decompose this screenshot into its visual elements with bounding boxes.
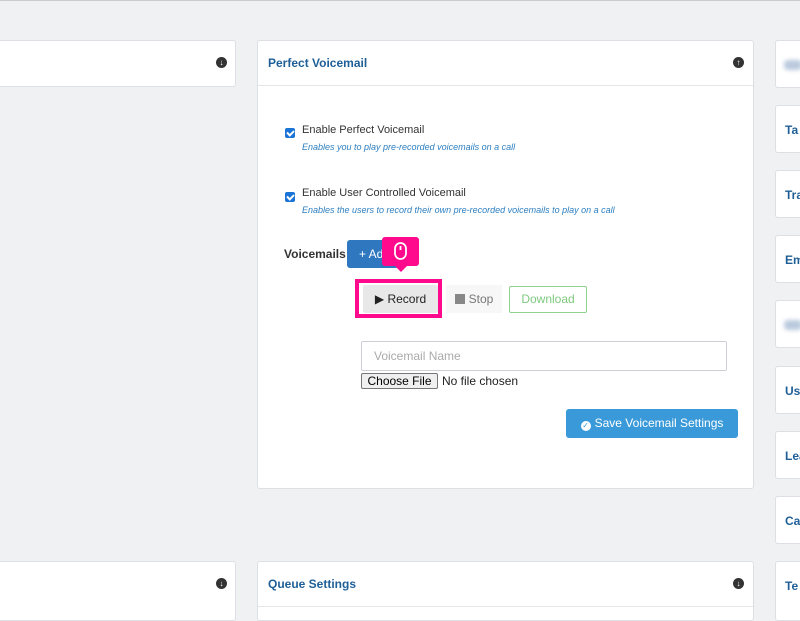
mouse-click-icon	[394, 242, 407, 260]
enable-perfect-voicemail-help: Enables you to play pre-recorded voicema…	[302, 142, 516, 152]
expand-icon[interactable]: ↓	[216, 578, 227, 589]
expand-icon[interactable]: ↓	[733, 578, 744, 589]
file-status: No file chosen	[442, 374, 519, 388]
stop-label: Stop	[468, 292, 494, 306]
panel-title: Perfect Voicemail	[268, 56, 368, 70]
right-panel[interactable]: Ca	[775, 496, 800, 544]
enable-user-voicemail-checkbox[interactable]	[285, 192, 295, 202]
left-panel-bottom: ↓	[0, 561, 236, 621]
queue-settings-panel: Queue Settings ↓	[257, 561, 754, 621]
collapse-icon[interactable]: ↑	[733, 57, 744, 68]
download-button[interactable]: Download	[509, 286, 587, 313]
choose-file-button[interactable]: Choose File	[361, 373, 438, 389]
save-voicemail-settings-button[interactable]: ✓ Save Voicemail Settings	[566, 409, 738, 438]
click-highlight	[355, 279, 442, 318]
right-panel[interactable]: Us	[775, 366, 800, 414]
right-panel-title: Em	[785, 253, 800, 267]
right-panel[interactable]: Lea	[775, 431, 800, 479]
enable-perfect-voicemail-label: Enable Perfect Voicemail	[302, 124, 425, 136]
enable-user-voicemail-label: Enable User Controlled Voicemail	[302, 187, 466, 199]
right-panel-title: Ta	[785, 123, 799, 137]
panel-title: Queue Settings	[268, 577, 357, 591]
blurred-title	[784, 60, 800, 70]
voicemails-label: Voicemails	[284, 247, 346, 261]
stop-icon	[454, 294, 465, 304]
right-panel[interactable]: Tra	[775, 170, 800, 218]
right-panel[interactable]	[775, 40, 800, 88]
perfect-voicemail-header[interactable]: Perfect Voicemail ↑	[258, 41, 753, 86]
right-panel[interactable]	[775, 300, 800, 348]
right-panel-title: Ca	[785, 514, 800, 528]
right-panel[interactable]: Te	[775, 561, 800, 621]
check-circle-icon: ✓	[580, 421, 591, 431]
right-panel[interactable]: Em	[775, 235, 800, 283]
right-panel-title: Lea	[785, 449, 800, 463]
mouse-click-badge	[382, 237, 419, 272]
right-panel-title: Us	[785, 384, 800, 398]
save-label: Save Voicemail Settings	[594, 416, 724, 430]
right-panel[interactable]: Ta	[775, 105, 800, 153]
top-border	[0, 0, 800, 1]
right-panel-title: Te	[785, 579, 799, 593]
blurred-title	[784, 320, 800, 330]
voicemail-name-input[interactable]	[361, 341, 727, 371]
left-panel-top: ↓	[0, 40, 236, 87]
right-panel-title: Tra	[785, 188, 800, 202]
stop-button[interactable]: Stop	[446, 285, 502, 313]
expand-icon[interactable]: ↓	[216, 57, 227, 68]
enable-perfect-voicemail-checkbox[interactable]	[285, 128, 295, 138]
enable-user-voicemail-help: Enables the users to record their own pr…	[302, 205, 615, 215]
queue-settings-header[interactable]: Queue Settings ↓	[258, 562, 753, 607]
